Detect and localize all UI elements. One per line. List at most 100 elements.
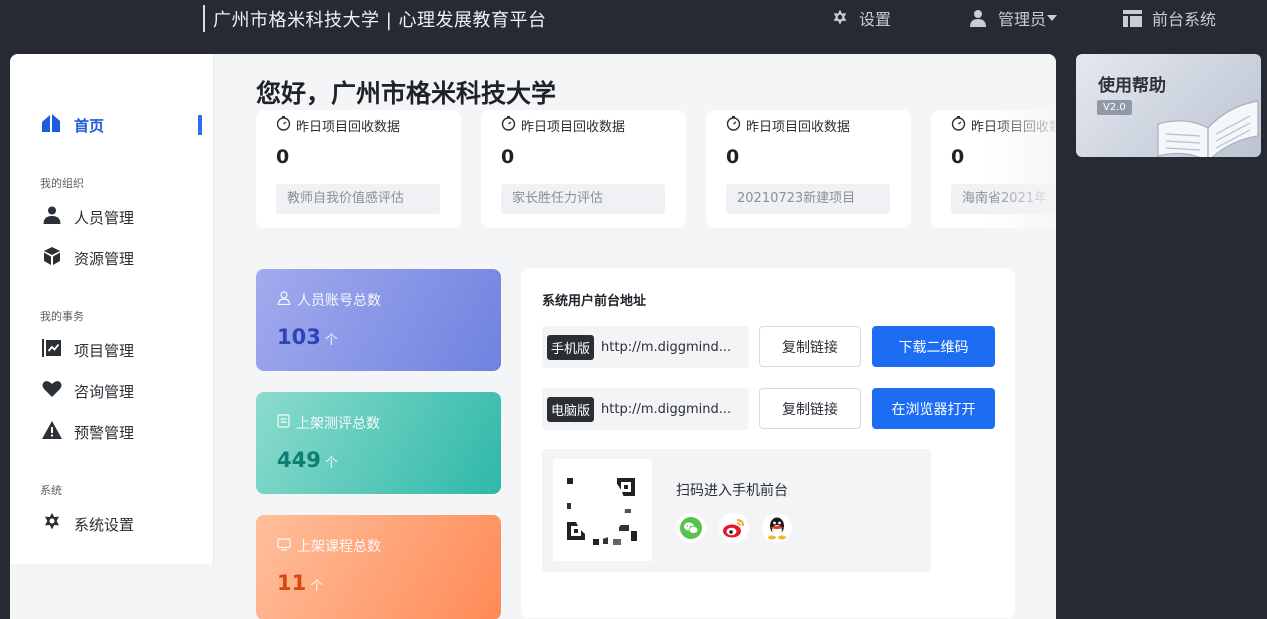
sidebar-item-label: 系统设置 (74, 515, 135, 534)
qq-icon[interactable] (762, 513, 792, 543)
timer-icon (951, 116, 966, 135)
frontend-system-link[interactable]: 前台系统 (1123, 6, 1216, 30)
timer-icon (726, 116, 741, 135)
content-area: 您好，广州市格米科技大学 昨日项目回收数据 0 教师自我价值感评估 昨日项目回收… (214, 54, 1056, 619)
project-card[interactable]: 昨日项目回收数据 0 教师自我价值感评估 (256, 110, 461, 228)
chart-icon (42, 338, 62, 362)
project-value: 0 (276, 146, 290, 168)
stat-card-courses[interactable]: 上架课程总数 11 个 (256, 515, 501, 619)
sidebar-item-label: 项目管理 (74, 341, 135, 360)
warning-icon (42, 421, 62, 443)
brand-divider (203, 5, 205, 32)
main-panel: 首页 我的组织 人员管理 资源管理 我的事务 项目管理 咨询管理 预警管理 系统… (10, 54, 1056, 619)
sidebar: 首页 我的组织 人员管理 资源管理 我的事务 项目管理 咨询管理 预警管理 系统… (10, 54, 214, 564)
stat-label-text: 人员账号总数 (297, 293, 381, 309)
sidebar-item-label: 人员管理 (74, 208, 135, 227)
home-icon (42, 114, 62, 136)
sidebar-item-label: 首页 (74, 116, 105, 135)
stat-card-accounts[interactable]: 人员账号总数 103 个 (256, 269, 501, 371)
app-title: 广州市格米科技大学 | 心理发展教育平台 (213, 10, 547, 31)
project-label-text: 昨日项目回收数据 (521, 120, 626, 135)
stat-value: 11 (277, 571, 307, 595)
user-menu[interactable]: 管理员 (968, 6, 1058, 30)
stat-label: 上架测评总数 (277, 413, 380, 433)
weibo-icon[interactable] (719, 513, 749, 543)
document-icon (277, 414, 290, 432)
project-label-text: 昨日项目回收数据 (971, 120, 1056, 135)
help-card[interactable]: 使用帮助 V2.0 (1076, 54, 1261, 157)
open-in-browser-button[interactable]: 在浏览器打开 (872, 388, 995, 429)
active-indicator (198, 115, 202, 135)
qr-caption: 扫码进入手机前台 (676, 483, 788, 499)
copy-desktop-link-button[interactable]: 复制链接 (759, 388, 861, 429)
mobile-address-field[interactable]: 手机版 http://m.diggmind... (542, 326, 749, 368)
qr-code (553, 459, 652, 561)
project-name-tag: 20210723新建项目 (726, 184, 890, 214)
stat-unit: 个 (310, 579, 324, 594)
mobile-badge: 手机版 (547, 334, 595, 360)
project-name-tag: 家长胜任力评估 (501, 184, 665, 214)
desktop-url: http://m.diggmind... (601, 401, 732, 417)
project-card[interactable]: 昨日项目回收数据 0 家长胜任力评估 (481, 110, 686, 228)
gear-icon (831, 9, 849, 27)
heart-icon (42, 380, 62, 402)
stat-value: 103 (277, 325, 321, 349)
project-card-label: 昨日项目回收数据 (726, 116, 850, 135)
caret-down-icon (1047, 14, 1058, 22)
desktop-address-field[interactable]: 电脑版 http://m.diggmind... (542, 388, 749, 430)
sidebar-item-label: 咨询管理 (74, 382, 135, 401)
copy-mobile-link-button[interactable]: 复制链接 (759, 326, 861, 367)
stat-label: 上架课程总数 (277, 536, 381, 556)
user-icon (968, 8, 988, 28)
timer-icon (501, 116, 516, 135)
sidebar-item-label: 资源管理 (74, 249, 135, 268)
user-label: 管理员 (998, 10, 1047, 29)
project-name-tag: 海南省2021年 (951, 184, 1056, 214)
project-label-text: 昨日项目回收数据 (296, 120, 401, 135)
person-icon (42, 205, 62, 229)
mobile-url: http://m.diggmind... (601, 339, 732, 355)
stat-value-row: 449 个 (277, 448, 338, 472)
top-bar: 广州市格米科技大学 | 心理发展教育平台 设置 管理员 前台系统 (0, 0, 1267, 40)
project-value: 0 (501, 146, 515, 168)
qr-section: 扫码进入手机前台 (542, 449, 931, 572)
user-outline-icon (277, 291, 291, 309)
project-card[interactable]: 昨日项目回收数据 0 20210723新建项目 (706, 110, 911, 228)
sidebar-item-warnings[interactable]: 预警管理 (42, 420, 134, 444)
cube-icon (42, 246, 62, 270)
stat-value: 449 (277, 448, 321, 472)
stat-value-row: 103 个 (277, 325, 338, 349)
sidebar-item-label: 预警管理 (74, 423, 135, 442)
project-card[interactable]: 昨日项目回收数据 0 海南省2021年 (931, 110, 1056, 228)
sidebar-item-system-settings[interactable]: 系统设置 (42, 512, 134, 536)
frontend-address-panel: 系统用户前台地址 手机版 http://m.diggmind... 复制链接 下… (521, 268, 1015, 618)
settings-button[interactable]: 设置 (831, 6, 891, 30)
monitor-icon (277, 537, 291, 555)
book-icon (1156, 76, 1261, 157)
greeting-title: 您好，广州市格米科技大学 (256, 79, 557, 108)
sidebar-item-resources[interactable]: 资源管理 (42, 246, 134, 270)
sidebar-item-consulting[interactable]: 咨询管理 (42, 379, 134, 403)
sidebar-item-home[interactable]: 首页 (42, 113, 104, 137)
nav-section-affairs: 我的事务 (40, 310, 84, 323)
project-card-label: 昨日项目回收数据 (951, 116, 1056, 135)
project-card-label: 昨日项目回收数据 (501, 116, 625, 135)
gear-icon (42, 512, 62, 536)
project-label-text: 昨日项目回收数据 (746, 120, 851, 135)
desktop-badge: 电脑版 (547, 396, 595, 422)
address-panel-title: 系统用户前台地址 (542, 294, 647, 309)
sidebar-item-projects[interactable]: 项目管理 (42, 338, 134, 362)
sidebar-item-people[interactable]: 人员管理 (42, 205, 134, 229)
wechat-icon[interactable] (676, 513, 706, 543)
stat-value-row: 11 个 (277, 571, 323, 595)
project-value: 0 (951, 146, 965, 168)
nav-section-system: 系统 (40, 484, 62, 497)
stat-unit: 个 (324, 333, 338, 348)
stat-card-assessments[interactable]: 上架测评总数 449 个 (256, 392, 501, 494)
layout-icon (1123, 9, 1142, 27)
timer-icon (276, 116, 291, 135)
stat-unit: 个 (324, 456, 338, 471)
download-qr-button[interactable]: 下载二维码 (872, 326, 995, 367)
stat-label: 人员账号总数 (277, 290, 381, 310)
project-card-label: 昨日项目回收数据 (276, 116, 400, 135)
